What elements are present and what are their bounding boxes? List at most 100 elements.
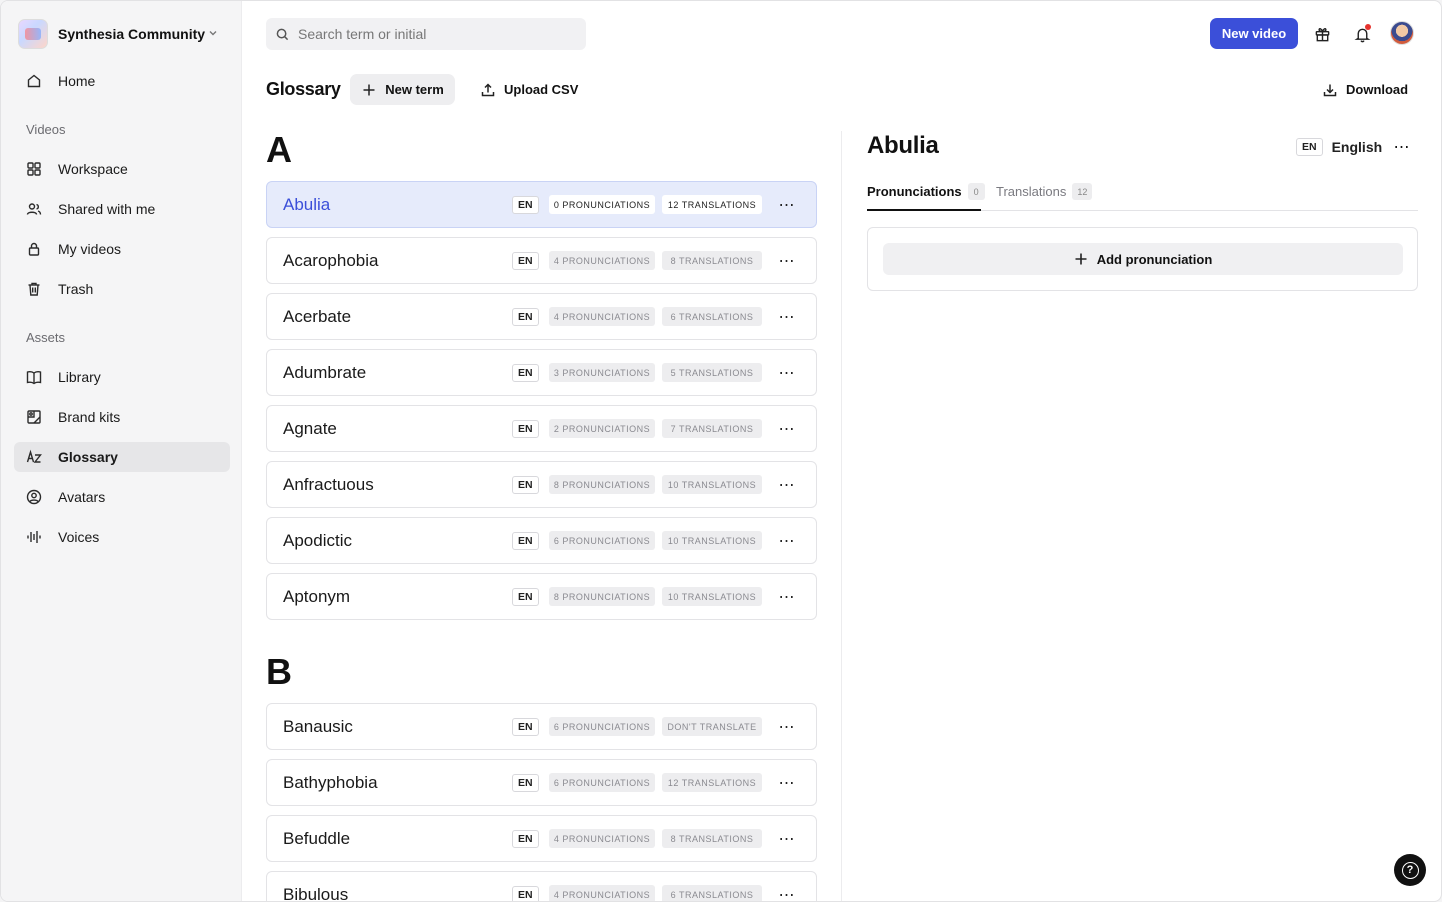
sidebar-item-label: Brand kits xyxy=(58,409,121,425)
term-row[interactable]: Bathyphobia EN 6 PRONUNCIATIONS 12 TRANSLAT… xyxy=(266,759,817,806)
term-name: Agnate xyxy=(283,418,337,438)
language-code-chip: EN xyxy=(1296,138,1323,156)
pronunciations-badge: 2 PRONUNCIATIONS xyxy=(549,419,655,438)
pronunciations-badge: 4 PRONUNCIATIONS xyxy=(549,885,655,901)
bell-icon[interactable] xyxy=(1351,23,1373,45)
term-row[interactable]: Apodictic EN 6 PRONUNCIATIONS 10 TRANSLATIO… xyxy=(266,517,817,564)
pronunciations-badge: 4 PRONUNCIATIONS xyxy=(549,307,655,326)
sidebar-item-workspace[interactable]: Workspace xyxy=(14,154,230,184)
sidebar-item-label: Workspace xyxy=(58,161,128,177)
language-code-chip: EN xyxy=(512,475,539,494)
more-options-icon[interactable]: ⋯ xyxy=(777,587,797,607)
tab-pronunciations[interactable]: Pronunciations 0 xyxy=(867,183,985,211)
language-code-chip: EN xyxy=(512,307,539,326)
detail-title: Abulia xyxy=(867,132,939,159)
sidebar-item-avatars[interactable]: Avatars xyxy=(14,482,230,512)
sidebar-item-label: Library xyxy=(58,369,101,385)
more-options-icon[interactable]: ⋯ xyxy=(777,363,797,383)
waveform-icon xyxy=(26,529,42,545)
language-code-chip: EN xyxy=(512,419,539,438)
upload-csv-label: Upload CSV xyxy=(504,82,579,97)
search-input[interactable] xyxy=(298,26,578,42)
term-row[interactable]: Anfractuous EN 8 PRONUNCIATIONS 10 TRANSLAT… xyxy=(266,461,817,508)
more-options-icon[interactable]: ⋯ xyxy=(777,307,797,327)
term-row[interactable]: Acarophobia EN 4 PRONUNCIATIONS 8 TRANSLATI… xyxy=(266,237,817,284)
more-options-icon[interactable]: ⋯ xyxy=(777,419,797,439)
sidebar-item-glossary[interactable]: Glossary xyxy=(14,442,230,472)
more-options-icon[interactable]: ⋯ xyxy=(777,885,797,902)
section-label-videos: Videos xyxy=(26,122,66,137)
more-options-icon[interactable]: ⋯ xyxy=(777,251,797,271)
download-button[interactable]: Download xyxy=(1322,74,1408,105)
more-options-icon[interactable]: ⋯ xyxy=(777,475,797,495)
sidebar-item-brand-kits[interactable]: Brand kits xyxy=(14,402,230,432)
term-row[interactable]: Aptonym EN 8 PRONUNCIATIONS 10 TRANSLATIONS… xyxy=(266,573,817,620)
term-name: Acerbate xyxy=(283,306,352,326)
book-icon xyxy=(26,369,42,385)
sidebar-item-library[interactable]: Library xyxy=(14,362,230,392)
term-row[interactable]: Befuddle EN 4 PRONUNCIATIONS 8 TRANSLATIONS… xyxy=(266,815,817,862)
term-row[interactable]: Bibulous EN 4 PRONUNCIATIONS 6 TRANSLATIONS… xyxy=(266,871,817,902)
term-name: Aptonym xyxy=(283,586,351,606)
pronunciations-badge: 4 PRONUNCIATIONS xyxy=(549,829,655,848)
more-options-icon[interactable]: ⋯ xyxy=(777,717,797,737)
chevron-down-icon xyxy=(208,28,218,41)
detail-tabs: Pronunciations 0 Translations 12 xyxy=(867,183,1418,211)
add-pronunciation-button[interactable]: Add pronunciation xyxy=(883,243,1403,275)
pronunciations-badge: 6 PRONUNCIATIONS xyxy=(549,531,655,550)
grid-icon xyxy=(26,161,42,177)
sidebar-item-label: Home xyxy=(58,73,96,89)
translations-badge: 6 TRANSLATIONS xyxy=(662,885,762,901)
translations-badge: 10 TRANSLATIONS xyxy=(662,531,762,550)
translations-badge: 8 TRANSLATIONS xyxy=(662,829,762,848)
sidebar-item-voices[interactable]: Voices xyxy=(14,522,230,552)
sidebar-item-my-videos[interactable]: My videos xyxy=(14,234,230,264)
translations-badge: DON'T TRANSLATE xyxy=(662,717,762,736)
pronunciations-badge: 3 PRONUNCIATIONS xyxy=(549,363,655,382)
language-code-chip: EN xyxy=(512,717,539,736)
more-options-icon[interactable]: ⋯ xyxy=(777,195,797,215)
sidebar-item-label: Avatars xyxy=(58,489,106,505)
download-icon xyxy=(1322,82,1346,98)
brand-kit-icon xyxy=(26,409,42,425)
term-name: Anfractuous xyxy=(283,474,374,494)
term-row[interactable]: Abulia EN 0 PRONUNCIATIONS 12 TRANSLATIONS ⋯ xyxy=(266,181,817,228)
term-row[interactable]: Adumbrate EN 3 PRONUNCIATIONS 5 TRANSLATION… xyxy=(266,349,817,396)
workspace-switcher[interactable]: Synthesia Community xyxy=(18,19,224,49)
user-avatar[interactable] xyxy=(1390,21,1414,45)
more-options-icon[interactable]: ⋯ xyxy=(777,829,797,849)
translations-badge: 8 TRANSLATIONS xyxy=(662,251,762,270)
term-row[interactable]: Banausic EN 6 PRONUNCIATIONS DON'T TRANSLAT… xyxy=(266,703,817,750)
tab-translations[interactable]: Translations 12 xyxy=(996,183,1093,211)
term-name: Befuddle xyxy=(283,828,351,848)
sidebar-item-home[interactable]: Home xyxy=(14,66,230,96)
search-bar[interactable] xyxy=(266,18,586,50)
term-row[interactable]: Acerbate EN 4 PRONUNCIATIONS 6 TRANSLATIONS… xyxy=(266,293,817,340)
term-name: Bibulous xyxy=(283,884,349,902)
tab-count: 0 xyxy=(967,183,985,200)
upload-csv-button[interactable]: Upload CSV xyxy=(480,74,578,105)
sidebar-item-shared[interactable]: Shared with me xyxy=(14,194,230,224)
more-options-icon[interactable]: ⋯ xyxy=(1392,137,1412,157)
avatar-icon xyxy=(26,489,42,505)
more-options-icon[interactable]: ⋯ xyxy=(777,773,797,793)
gift-icon[interactable] xyxy=(1311,23,1333,45)
new-video-button[interactable]: New video xyxy=(1210,18,1298,49)
help-button[interactable]: ? xyxy=(1394,854,1426,886)
pronunciations-badge: 8 PRONUNCIATIONS xyxy=(549,587,655,606)
language-code-chip: EN xyxy=(512,363,539,382)
more-options-icon[interactable]: ⋯ xyxy=(777,531,797,551)
language-selector[interactable]: EN English xyxy=(1296,138,1382,156)
new-term-button[interactable]: New term xyxy=(350,74,455,105)
sidebar-item-label: Trash xyxy=(58,281,94,297)
a-z-icon xyxy=(26,449,42,465)
sidebar-item-label: Glossary xyxy=(58,449,118,465)
sidebar-item-trash[interactable]: Trash xyxy=(14,274,230,304)
workspace-logo xyxy=(18,19,48,49)
lock-icon xyxy=(26,241,42,257)
term-row[interactable]: Agnate EN 2 PRONUNCIATIONS 7 TRANSLATIONS ⋯ xyxy=(266,405,817,452)
sidebar-item-label: Shared with me xyxy=(58,201,156,217)
translations-badge: 10 TRANSLATIONS xyxy=(662,587,762,606)
language-name: English xyxy=(1331,139,1383,155)
language-code-chip: EN xyxy=(512,531,539,550)
